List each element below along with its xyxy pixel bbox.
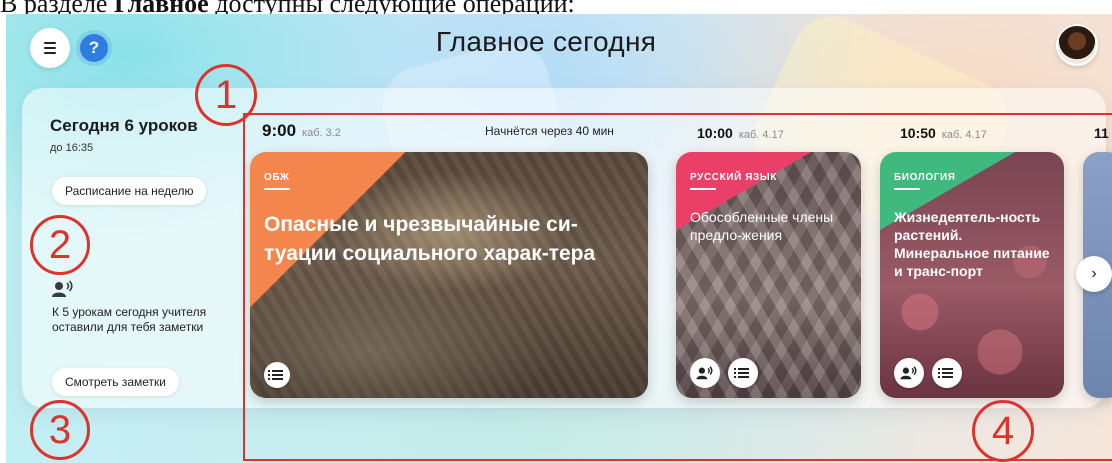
- weekly-schedule-button[interactable]: Расписание на неделю: [52, 177, 207, 205]
- help-icon[interactable]: ?: [80, 34, 108, 62]
- notes-info-text: К 5 урокам сегодня учителя оставили для …: [52, 305, 207, 334]
- annotation-marker-4: 4: [972, 400, 1034, 462]
- lessons-count-title: Сегодня 6 уроков: [50, 116, 198, 135]
- annotation-marker-1: 1: [195, 64, 257, 126]
- lessons-end-time: до 16:35: [50, 142, 94, 154]
- avatar[interactable]: [1056, 24, 1098, 66]
- teacher-voice-icon: [52, 280, 73, 297]
- annotation-marker-2: 2: [30, 215, 90, 275]
- view-notes-button[interactable]: Смотреть заметки: [52, 368, 180, 396]
- menu-icon[interactable]: [30, 28, 70, 68]
- page-title: Главное сегодня: [435, 26, 657, 57]
- annotation-marker-3: 3: [30, 400, 90, 460]
- summary-block: Сегодня 6 уроков до 16:35: [50, 116, 230, 154]
